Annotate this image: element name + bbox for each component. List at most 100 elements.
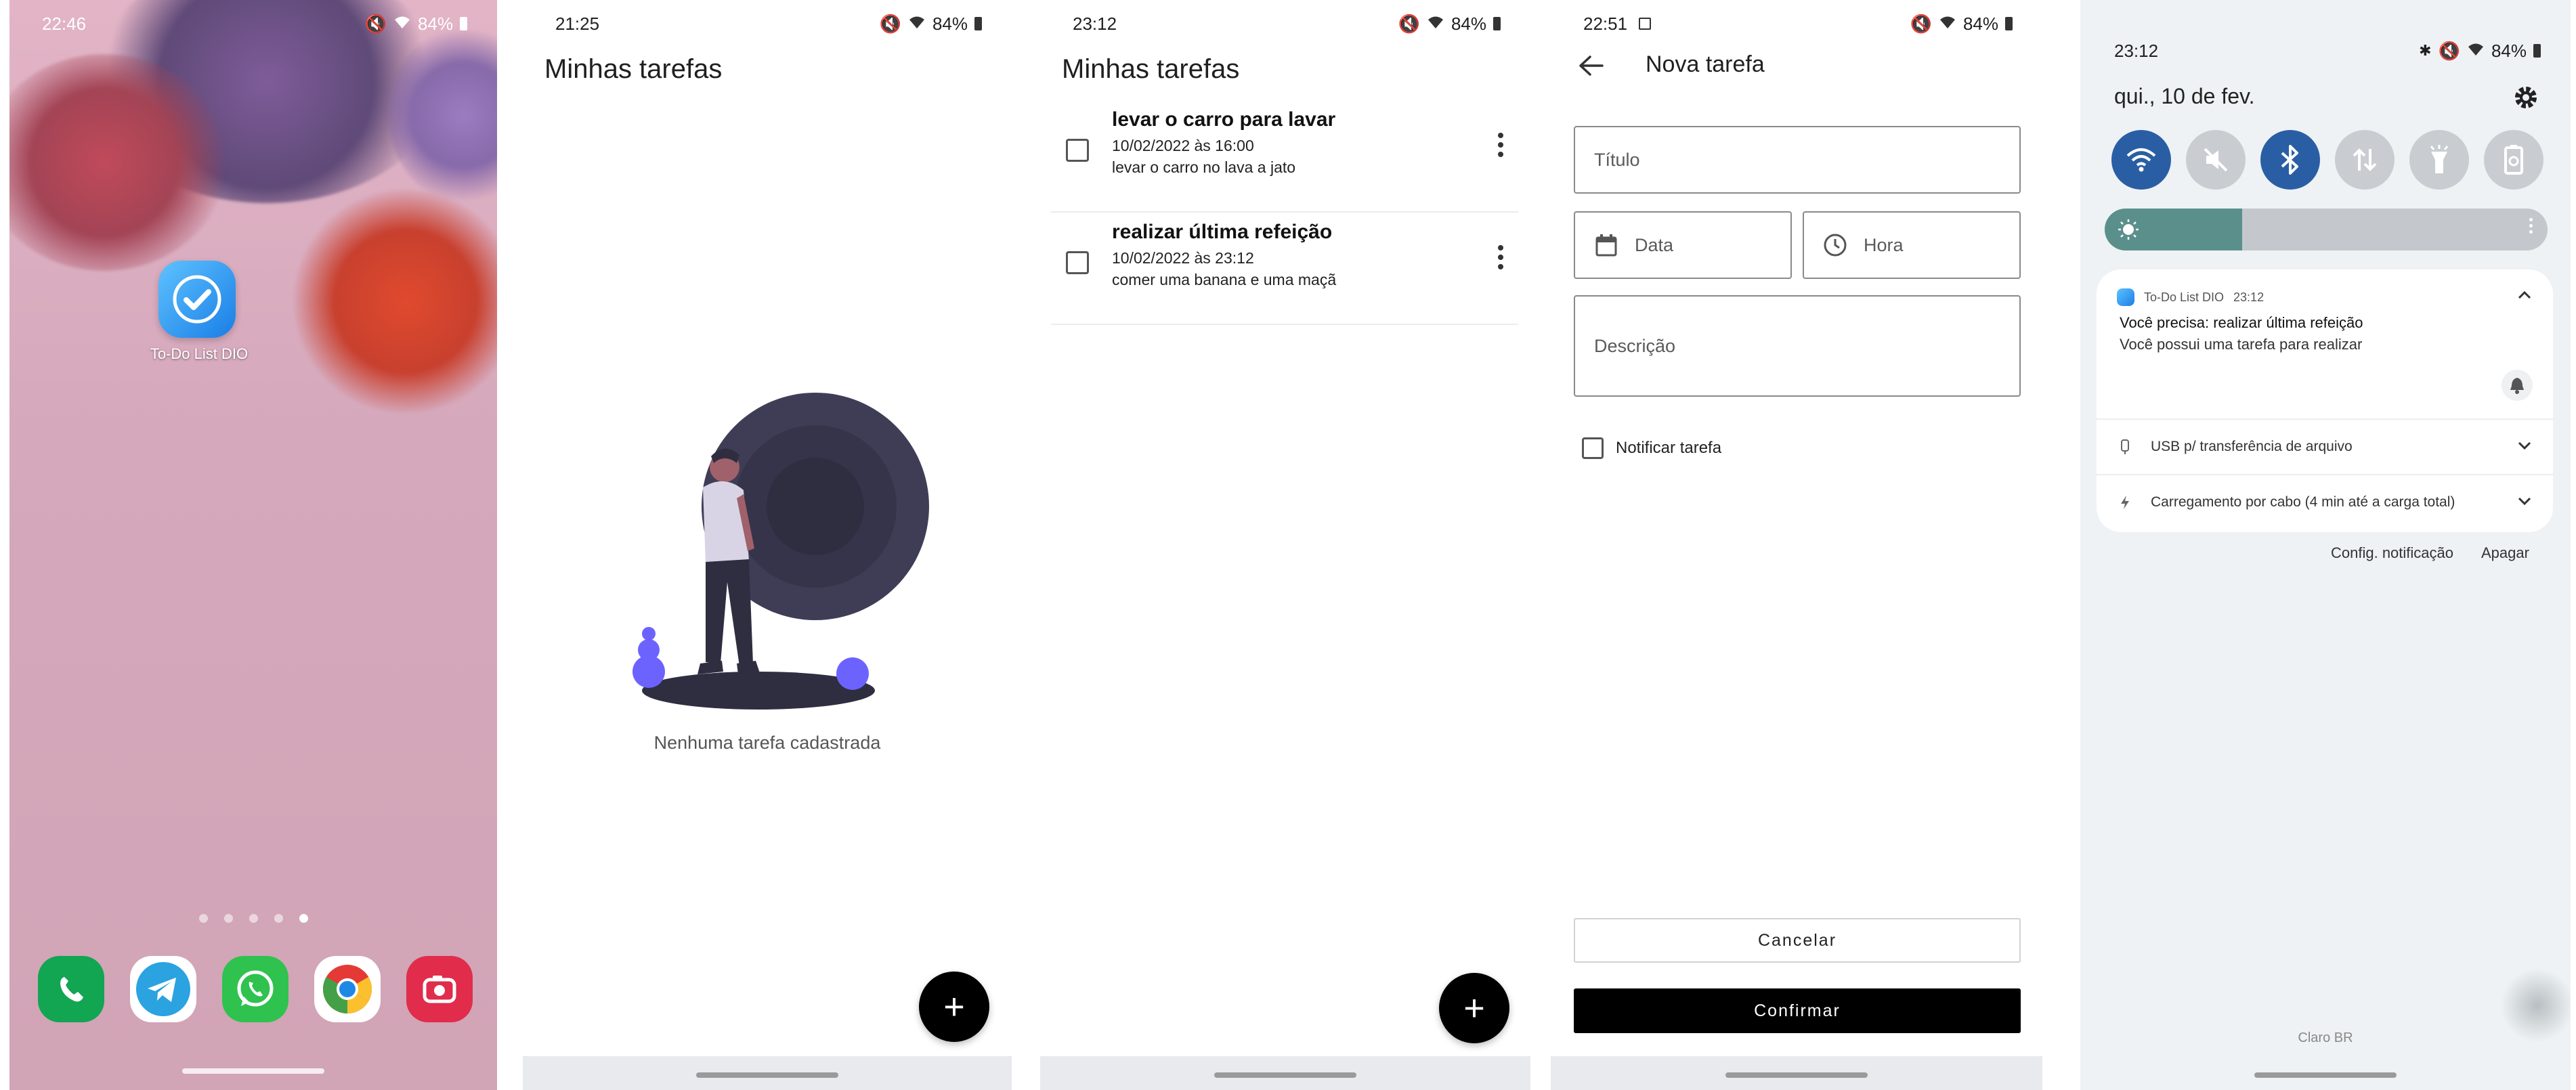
carrier-label: Claro BR <box>2298 1030 2353 1045</box>
sound-toggle[interactable] <box>2186 130 2246 190</box>
telegram-app[interactable] <box>130 956 196 1022</box>
notification-time: 23:12 <box>2233 290 2264 304</box>
todo-app-small-icon <box>2117 288 2134 306</box>
task-row[interactable]: levar o carro para lavar 10/02/2022 às 1… <box>1051 102 1518 213</box>
battery-text: 84% <box>1962 13 1998 34</box>
notification-panel: To-Do List DIO 23:12 Você precisa: reali… <box>2097 269 2553 532</box>
status-bar: 23:12 🔇 84% <box>1040 7 1530 41</box>
todo-app-icon[interactable] <box>158 261 236 338</box>
page-title: Nova tarefa <box>1646 51 1765 77</box>
title-placeholder: Título <box>1594 149 1640 170</box>
task-title: levar o carro para lavar <box>1112 108 1336 131</box>
notification-body[interactable]: Você possui uma tarefa para realizar <box>2120 336 2362 353</box>
battery-icon <box>2533 44 2541 58</box>
charging-notification-row[interactable]: Carregamento por cabo (4 min até a carga… <box>2097 474 2553 532</box>
notify-checkbox-row[interactable]: Notificar tarefa <box>1582 437 1721 459</box>
notification-title[interactable]: Você precisa: realizar última refeição <box>2120 314 2363 332</box>
battery-icon <box>2005 17 2013 30</box>
status-time: 22:46 <box>42 13 87 34</box>
flashlight-icon <box>2430 145 2449 173</box>
cancel-button[interactable]: Cancelar <box>1574 918 2021 963</box>
task-checkbox[interactable] <box>1066 251 1089 274</box>
add-task-button[interactable]: + <box>1439 973 1509 1043</box>
home-screen: 22:46 🔇 84% To-Do List DIO <box>9 0 497 1090</box>
collapse-chevron-icon[interactable] <box>2516 288 2533 304</box>
mute-icon: 🔇 <box>2438 40 2460 61</box>
app-label: To-Do List DIO <box>150 345 249 362</box>
notification-shade: 23:12 ✱ 🔇 84% qui., 10 de fev. To-Do Lis… <box>2080 0 2571 1090</box>
camera-app[interactable] <box>406 956 473 1022</box>
more-options-icon[interactable] <box>1494 133 1507 157</box>
gesture-handle[interactable] <box>1725 1072 1868 1078</box>
page-title: Minhas tarefas <box>1062 54 1240 84</box>
calendar-icon <box>1594 233 1618 257</box>
phone-app[interactable] <box>38 956 104 1022</box>
status-bar: 22:51 🔇 84% <box>1551 7 2042 41</box>
add-task-button[interactable]: + <box>919 972 989 1042</box>
usb-icon <box>2120 439 2130 459</box>
whatsapp-app[interactable] <box>222 956 288 1022</box>
task-checkbox[interactable] <box>1066 139 1089 162</box>
confirm-button[interactable]: Confirmar <box>1574 988 2021 1033</box>
battery-text: 84% <box>1451 13 1486 34</box>
battery-saver-icon <box>2504 145 2523 175</box>
battery-text: 84% <box>417 13 453 34</box>
notify-checkbox[interactable] <box>1582 437 1604 459</box>
task-row[interactable]: realizar última refeição 10/02/2022 às 2… <box>1051 214 1518 325</box>
title-field[interactable]: Título <box>1574 126 2021 194</box>
status-icons: ✱ 🔇 84% <box>2419 41 2541 62</box>
notification-settings-link[interactable]: Config. notificação <box>2331 544 2453 562</box>
task-title: realizar última refeição <box>1112 221 1333 243</box>
description-field[interactable]: Descrição <box>1574 295 2021 397</box>
sun-icon <box>2117 218 2140 244</box>
status-icons: 🔇 84% <box>880 14 982 35</box>
description-placeholder: Descrição <box>1594 335 1676 356</box>
more-options-icon[interactable] <box>1494 245 1507 269</box>
usb-notification-row[interactable]: USB p/ transferência de arquivo <box>2097 418 2553 474</box>
app-dock <box>38 956 473 1022</box>
page-dot <box>224 914 233 923</box>
notification-app-name: To-Do List DIO <box>2144 290 2225 304</box>
task-datetime: 10/02/2022 às 16:00 <box>1112 137 1254 154</box>
page-dot <box>249 914 258 923</box>
page-indicator[interactable] <box>199 914 308 923</box>
charging-bolt-icon <box>2120 494 2130 515</box>
empty-state-illustration <box>632 393 929 710</box>
status-bar: 21:25 🔇 84% <box>523 7 1012 41</box>
status-time: 21:25 <box>555 13 600 34</box>
mute-icon: 🔇 <box>364 13 387 34</box>
gesture-handle[interactable] <box>1214 1072 1356 1078</box>
task-datetime: 10/02/2022 às 23:12 <box>1112 249 1254 267</box>
expand-chevron-icon[interactable] <box>2516 496 2533 512</box>
chrome-app[interactable] <box>314 956 381 1022</box>
bluetooth-status-icon: ✱ <box>2419 42 2432 59</box>
flashlight-toggle[interactable] <box>2409 130 2469 190</box>
data-toggle[interactable] <box>2335 130 2395 190</box>
clock-icon <box>1823 233 1847 257</box>
bluetooth-toggle[interactable] <box>2260 130 2320 190</box>
gesture-handle[interactable] <box>2254 1072 2397 1078</box>
gesture-handle[interactable] <box>696 1072 838 1078</box>
status-bar: 22:46 🔇 84% <box>9 7 497 41</box>
expand-chevron-icon[interactable] <box>2516 440 2533 456</box>
battery-saver-toggle[interactable] <box>2484 130 2543 190</box>
task-list-screen: 23:12 🔇 84% Minhas tarefas levar o carro… <box>1040 0 1530 1090</box>
wallpaper-flower <box>294 190 497 413</box>
status-icons: 🔇 84% <box>1910 14 2013 35</box>
clear-notifications-link[interactable]: Apagar <box>2481 544 2529 562</box>
plus-icon: + <box>943 986 965 1027</box>
brightness-options-icon[interactable] <box>2529 218 2533 234</box>
snooze-bell-icon[interactable] <box>2502 370 2533 401</box>
back-icon[interactable] <box>1578 54 1605 81</box>
settings-gear-icon[interactable] <box>2512 84 2539 114</box>
gesture-handle[interactable] <box>182 1068 324 1074</box>
usb-notification-text: USB p/ transferência de arquivo <box>2151 439 2353 454</box>
time-field[interactable]: Hora <box>1803 211 2021 279</box>
date-field[interactable]: Data <box>1574 211 1792 279</box>
floating-bubble[interactable] <box>2500 968 2571 1043</box>
camera-icon <box>423 976 456 1003</box>
battery-icon <box>460 17 467 30</box>
empty-state-text: Nenhuma tarefa cadastrada <box>653 733 881 753</box>
wifi-toggle[interactable] <box>2111 130 2171 190</box>
brightness-slider[interactable] <box>2105 209 2548 250</box>
